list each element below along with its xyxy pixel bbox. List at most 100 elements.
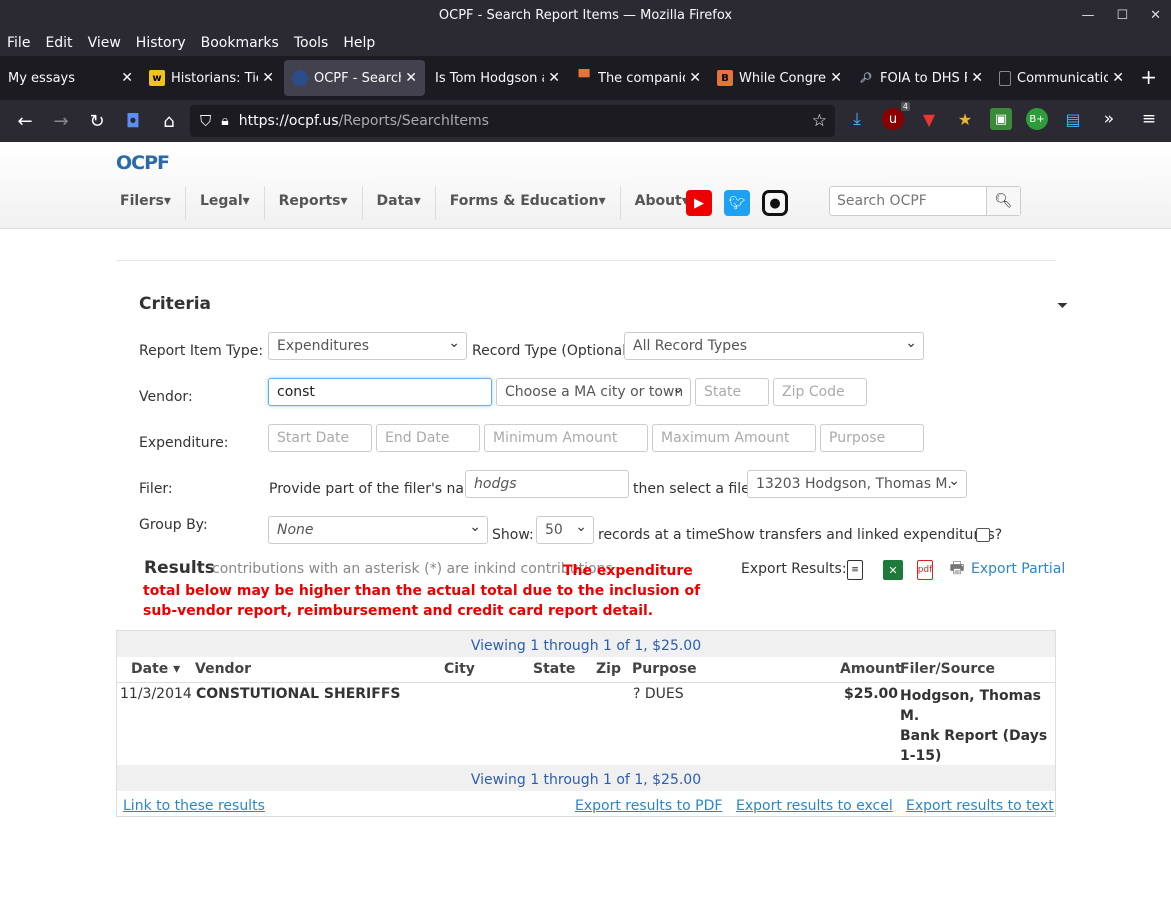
instagram-icon[interactable]: ● [762,190,788,216]
tab-label: Communicatio [1017,70,1109,86]
menu-file[interactable]: File [7,35,30,51]
menu-bookmarks[interactable]: Bookmarks [201,35,279,51]
site-search-input[interactable] [830,187,986,215]
filer-select[interactable]: 13203 Hodgson, Thomas M. [747,470,967,498]
report-item-type-select[interactable]: Expenditures [268,332,467,360]
col-amount[interactable]: Amount [840,661,902,677]
news-icon: w [149,70,165,86]
zip-input[interactable]: Zip Code [773,378,867,406]
purpose-input[interactable]: Purpose [820,424,924,452]
close-window-icon[interactable]: ✕ [1150,8,1161,23]
menu-edit[interactable]: Edit [45,35,72,51]
state-input[interactable]: State [695,378,769,406]
social-links: ▶ 🐦︎ ● [686,190,788,216]
export-text-icon[interactable]: ≡ [847,560,863,580]
bookmark-extension-icon[interactable]: ▣ [990,108,1012,130]
b-icon: B [717,70,733,86]
maximize-icon[interactable]: ☐ [1116,8,1128,23]
tab-label: OCPF - Search [314,70,402,86]
export-excel-link[interactable]: Export results to excel [736,798,893,814]
youtube-icon[interactable]: ▶ [686,190,712,216]
report-item-type-label: Report Item Type: [139,343,264,359]
results-warning: The expenditure total below may be highe… [143,563,701,619]
start-date-input[interactable]: Start Date [268,424,372,452]
file-extension-icon[interactable]: ▤ [1062,108,1084,130]
export-partial-link[interactable]: Export Partial [971,561,1065,577]
b-plus-icon[interactable]: B+ [1026,108,1048,130]
tab-close-icon[interactable]: ✕ [830,70,842,86]
clear-filter-icon[interactable]: ⏷ [1057,298,1068,314]
lock-icon[interactable]: 🔒︎ [221,113,228,129]
ublock-icon[interactable]: u4 [882,102,910,130]
menu-view[interactable]: View [88,35,121,51]
filer-name-input[interactable]: hodgs [465,470,629,498]
back-icon[interactable]: ← [7,111,43,132]
city-select[interactable]: Choose a MA city or town [496,378,691,406]
ocpf-logo[interactable]: OCPF [116,152,170,174]
adblock-icon[interactable]: ▼ [918,108,940,130]
nav-reports[interactable]: Reports▾ [265,186,363,220]
link-to-results[interactable]: Link to these results [123,798,265,814]
menu-tools[interactable]: Tools [294,35,329,51]
shield-icon[interactable]: ◘ [115,111,151,132]
show-count-select[interactable]: 50 [536,516,594,544]
forward-icon[interactable]: → [43,111,79,132]
group-by-select[interactable]: None [268,516,488,544]
tab-close-icon[interactable]: ✕ [121,70,133,86]
col-purpose[interactable]: Purpose [632,661,697,677]
menu-help[interactable]: Help [343,35,375,51]
export-text-link[interactable]: Export results to text [906,798,1054,814]
export-pdf-link[interactable]: Export results to PDF [575,798,722,814]
export-pdf-icon[interactable]: pdf [917,560,933,580]
browser-tab[interactable]: My essays ✕ [0,56,141,100]
tab-close-icon[interactable]: ✕ [971,70,983,86]
overflow-icon[interactable]: » [1098,108,1120,130]
twitter-icon[interactable]: 🐦︎ [724,190,750,216]
new-tab-icon[interactable]: + [1140,65,1157,89]
search-icon[interactable]: 🔍︎ [986,187,1020,215]
nav-filers[interactable]: Filers▾ [106,186,186,220]
browser-tab[interactable]: Communicatio ✕ [991,56,1132,100]
downloads-icon[interactable]: ⤓ [846,108,868,130]
browser-tab[interactable]: ▀ The companio ✕ [568,56,709,100]
browser-tab-active[interactable]: OCPF - Search ✕ [284,60,425,96]
min-amount-input[interactable]: Minimum Amount [484,424,648,452]
browser-tab[interactable]: w Historians: Tie ✕ [141,56,282,100]
bookmark-icon: ▀ [578,70,590,86]
nav-legal[interactable]: Legal▾ [186,186,265,220]
url-bar[interactable]: ⛉ 🔒︎ https://ocpf.us/Reports/SearchItems… [190,105,835,137]
nav-data[interactable]: Data▾ [363,186,436,220]
minimize-icon[interactable]: — [1081,8,1094,23]
tab-close-icon[interactable]: ✕ [405,70,417,86]
tab-close-icon[interactable]: ✕ [548,70,560,86]
bookmark-star-icon[interactable]: ☆ [812,111,827,131]
print-icon[interactable]: 🖶︎ [947,558,967,580]
browser-tab[interactable]: B While Congres ✕ [709,56,850,100]
end-date-input[interactable]: End Date [376,424,480,452]
tab-close-icon[interactable]: ✕ [262,70,274,86]
nav-forms-education[interactable]: Forms & Education▾ [436,186,621,220]
row-filer-link[interactable]: Hodgson, Thomas M. [900,686,1050,726]
export-excel-icon[interactable]: ✕ [883,560,903,580]
col-vendor[interactable]: Vendor [195,661,251,677]
col-city[interactable]: City [444,661,475,677]
star-extension-icon[interactable]: ★ [954,108,976,130]
tab-close-icon[interactable]: ✕ [689,70,701,86]
menu-history[interactable]: History [136,35,186,51]
browser-tab[interactable]: 🔎︎ FOIA to DHS R ✕ [850,56,991,100]
reload-icon[interactable]: ↻ [79,111,115,132]
transfers-checkbox[interactable] [976,528,990,542]
home-icon[interactable]: ⌂ [151,111,187,132]
menu-hamburger-icon[interactable]: ≡ [1138,108,1160,130]
max-amount-input[interactable]: Maximum Amount [652,424,816,452]
vendor-input[interactable]: const [268,378,492,406]
col-state[interactable]: State [533,661,575,677]
browser-tab[interactable]: Is Tom Hodgson a ✕ [427,56,568,100]
tab-close-icon[interactable]: ✕ [1112,70,1124,86]
col-zip[interactable]: Zip [596,661,621,677]
tracking-shield-icon[interactable]: ⛉ [200,112,211,130]
expenditure-label: Expenditure: [139,435,229,451]
record-type-select[interactable]: All Record Types [624,332,924,360]
col-filer-source[interactable]: Filer/Source [900,661,995,677]
col-date[interactable]: Date ▾ [131,661,180,677]
